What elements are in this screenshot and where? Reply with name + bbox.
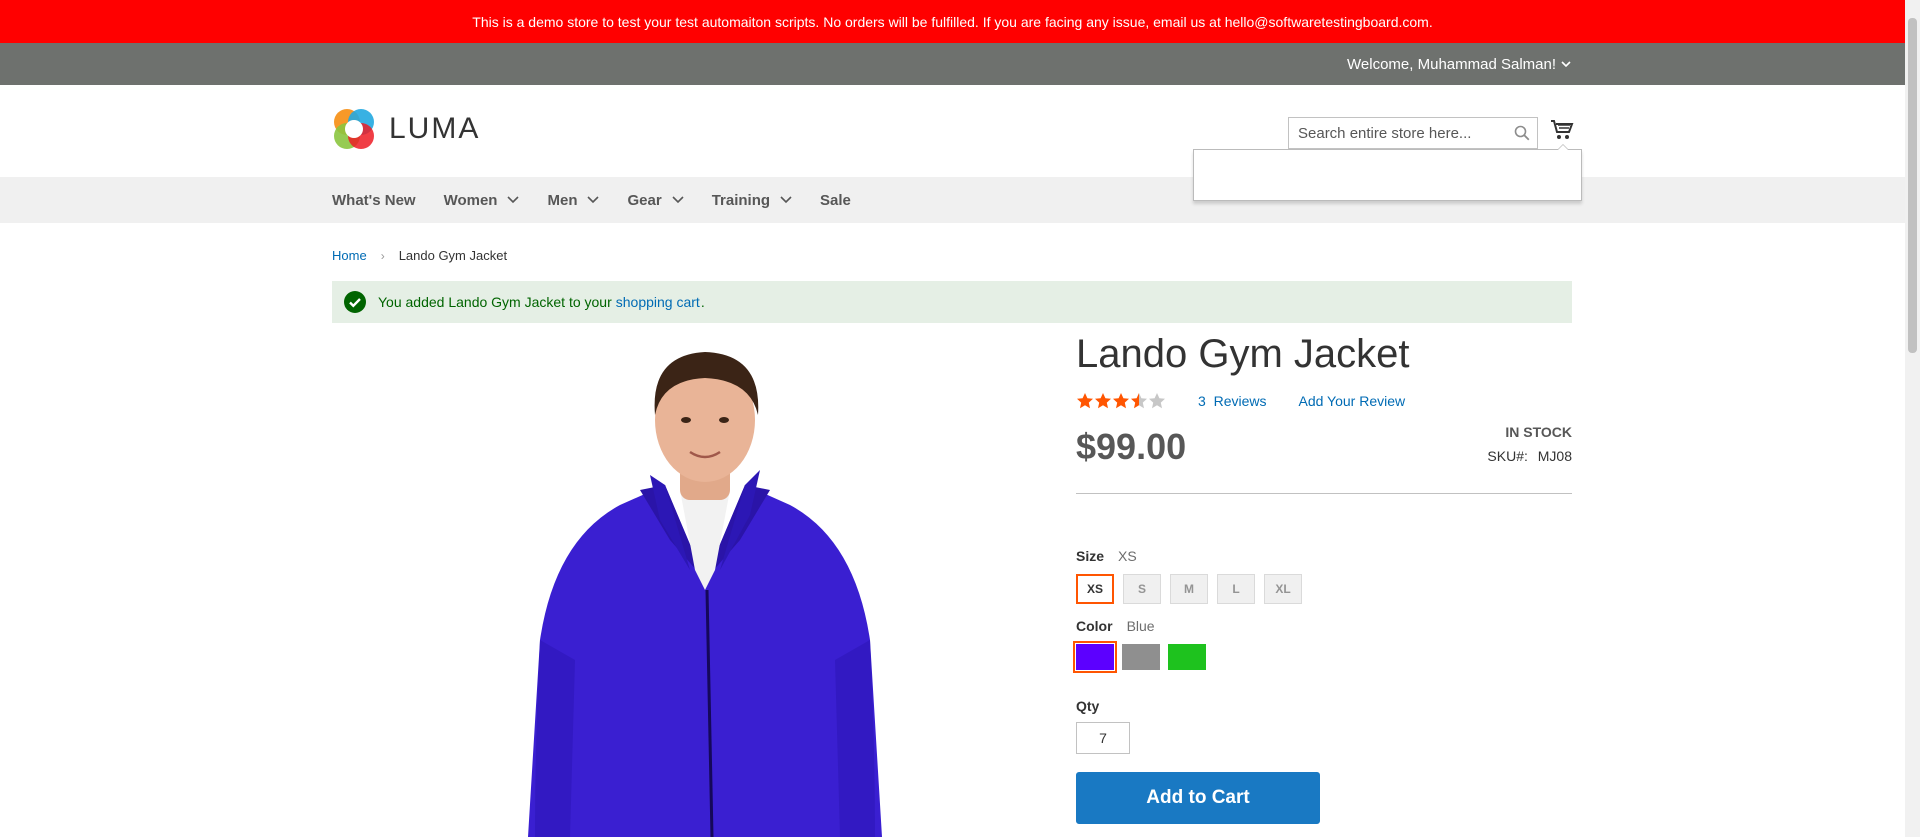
search-input[interactable] — [1289, 118, 1537, 148]
size-option: Size XS XS S M L XL — [1076, 548, 1572, 604]
color-selected: Blue — [1126, 618, 1155, 634]
nav-item-sale[interactable]: Sale — [820, 192, 851, 209]
star-icon — [1113, 393, 1129, 409]
color-swatch-gray[interactable] — [1122, 644, 1160, 670]
sku-row: SKU#: MJ08 — [1487, 448, 1572, 464]
rating-stars — [1076, 392, 1166, 410]
check-circle-icon — [344, 291, 366, 313]
welcome-text: Welcome, Muhammad Salman! — [1347, 55, 1556, 73]
nav-item-gear[interactable]: Gear — [627, 191, 684, 209]
nav-label: Women — [443, 191, 498, 209]
nav-item-training[interactable]: Training — [712, 192, 792, 209]
chevron-right-icon: › — [380, 248, 385, 263]
size-swatch-xs[interactable]: XS — [1076, 574, 1114, 604]
product-info: Lando Gym Jacket 3 Reviews Add Your Revi… — [1073, 330, 1572, 824]
main-navigation: What's New Women Men Gear Training Sale — [0, 177, 1905, 223]
add-to-cart-button[interactable]: Add to Cart — [1076, 772, 1320, 824]
page-header: LUMA — [0, 85, 1905, 177]
nav-label: Training — [711, 191, 771, 209]
message-suffix: . — [700, 294, 705, 310]
success-message: You added Lando Gym Jacket to your shopp… — [332, 281, 1572, 323]
minicart-dropdown — [1193, 144, 1582, 201]
demo-notice-text: This is a demo store to test your test a… — [472, 13, 1433, 30]
nav-item-whats-new[interactable]: What's New — [332, 192, 416, 209]
sku-value: MJ08 — [1537, 448, 1572, 464]
rating-summary: 3 Reviews Add Your Review — [1076, 392, 1572, 410]
nav-item-women[interactable]: Women — [444, 192, 520, 209]
reviews-label: Reviews — [1213, 393, 1267, 409]
demo-notice-banner: This is a demo store to test your test a… — [0, 0, 1905, 43]
star-icon — [1095, 393, 1111, 409]
stock-sku-box: In stock SKU#: MJ08 — [1487, 422, 1572, 464]
color-label-row: Color Blue — [1076, 618, 1572, 634]
price-stock-row: $99.00 In stock SKU#: MJ08 — [1076, 422, 1572, 494]
breadcrumb: Home › Lando Gym Jacket — [332, 248, 507, 263]
page-scrollbar[interactable] — [1905, 0, 1920, 837]
color-option: Color Blue — [1073, 618, 1572, 673]
sku-label: SKU#: — [1487, 448, 1528, 464]
store-logo[interactable]: LUMA — [332, 107, 480, 151]
stock-status: In stock — [1505, 424, 1572, 440]
scrollbar-thumb[interactable] — [1908, 18, 1917, 353]
top-bar: Welcome, Muhammad Salman! — [0, 43, 1905, 85]
color-swatch-blue[interactable] — [1073, 641, 1117, 673]
size-swatch-l[interactable]: L — [1217, 574, 1255, 604]
nav-label: Gear — [627, 191, 662, 209]
breadcrumb-home-link[interactable]: Home — [332, 248, 367, 263]
product-price: $99.00 — [1076, 426, 1187, 467]
star-half-icon — [1131, 393, 1147, 409]
search-box — [1288, 117, 1538, 149]
chevron-down-icon — [780, 196, 792, 204]
chevron-down-icon — [1561, 61, 1571, 67]
size-swatch-s[interactable]: S — [1123, 574, 1161, 604]
shopping-cart-link[interactable]: shopping cart — [616, 294, 700, 310]
star-empty-icon — [1149, 393, 1165, 409]
size-selected: XS — [1118, 548, 1137, 564]
nav-item-men[interactable]: Men — [547, 191, 600, 209]
star-icon — [1077, 393, 1093, 409]
reviews-link[interactable]: 3 Reviews — [1198, 393, 1266, 409]
logo-text: LUMA — [389, 112, 481, 145]
breadcrumb-current: Lando Gym Jacket — [398, 248, 508, 263]
size-label-row: Size XS — [1076, 548, 1572, 564]
chevron-down-icon — [587, 196, 600, 204]
size-swatch-m[interactable]: M — [1170, 574, 1208, 604]
size-swatches: XS S M L XL — [1076, 574, 1572, 604]
add-review-link[interactable]: Add Your Review — [1298, 393, 1405, 409]
color-swatch-green[interactable] — [1168, 644, 1206, 670]
color-label: Color — [1076, 618, 1113, 634]
color-swatches — [1073, 641, 1572, 673]
size-swatch-xl[interactable]: XL — [1264, 574, 1302, 604]
customer-welcome-menu[interactable]: Welcome, Muhammad Salman! — [1347, 43, 1571, 85]
qty-input[interactable] — [1076, 722, 1130, 754]
size-label: Size — [1076, 548, 1105, 564]
search-icon[interactable] — [1514, 125, 1530, 141]
reviews-count: 3 — [1198, 393, 1206, 409]
nav-label: Men — [547, 191, 578, 209]
chevron-down-icon — [672, 196, 684, 204]
product-image[interactable] — [500, 340, 910, 837]
message-text: You added Lando Gym Jacket to your — [378, 294, 612, 310]
qty-field: Qty — [1076, 698, 1572, 754]
luma-logo-icon — [334, 109, 374, 149]
product-title: Lando Gym Jacket — [1076, 332, 1410, 376]
chevron-down-icon — [507, 196, 520, 204]
qty-label: Qty — [1076, 698, 1100, 714]
nav-label: Sale — [820, 191, 851, 209]
nav-label: What's New — [332, 191, 416, 209]
